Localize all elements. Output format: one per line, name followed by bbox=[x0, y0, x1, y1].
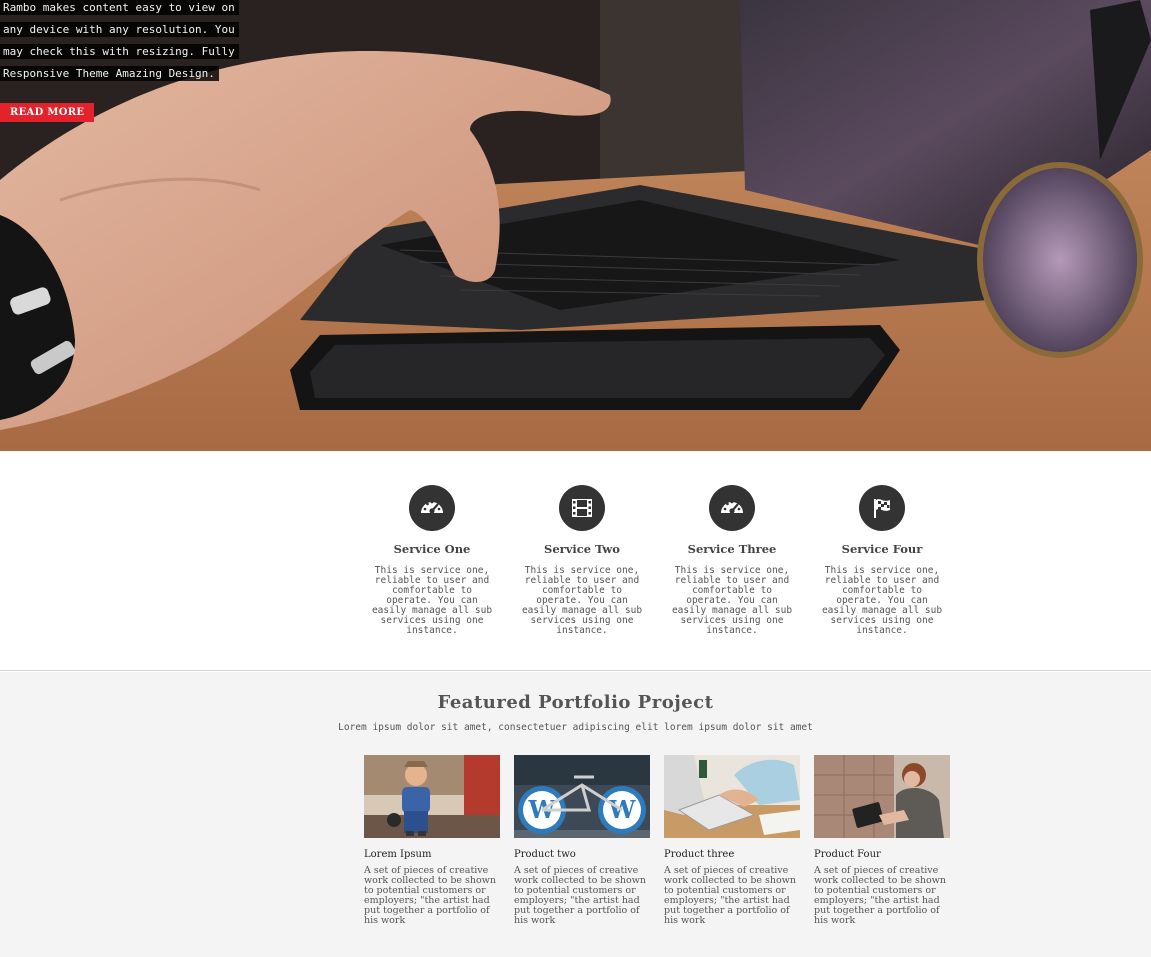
portfolio-thumbnail[interactable]: W W bbox=[514, 755, 650, 838]
hero-caption-line: any device with any resolution. You bbox=[0, 22, 239, 37]
hero-caption: Rambo makes content easy to view on any … bbox=[0, 0, 239, 88]
portfolio-thumbnail[interactable] bbox=[664, 755, 800, 838]
portfolio-thumbnail[interactable] bbox=[364, 755, 500, 838]
portfolio-item-title[interactable]: Product three bbox=[664, 849, 800, 860]
portfolio-thumbnail[interactable] bbox=[814, 755, 950, 838]
service-card: Service Two This is service one, reliabl… bbox=[514, 485, 650, 636]
service-description: This is service one, reliable to user an… bbox=[371, 565, 493, 636]
portfolio-section: Featured Portfolio Project Lorem ipsum d… bbox=[0, 672, 1151, 957]
service-description: This is service one, reliable to user an… bbox=[521, 565, 643, 636]
portfolio-item-title[interactable]: Lorem Ipsum bbox=[364, 849, 500, 860]
portfolio-item-title[interactable]: Product two bbox=[514, 849, 650, 860]
portfolio-card: Product three A set of pieces of creativ… bbox=[664, 755, 800, 926]
dashboard-icon[interactable] bbox=[409, 485, 455, 531]
portfolio-item-description: A set of pieces of creative work collect… bbox=[364, 865, 497, 926]
portfolio-item-description: A set of pieces of creative work collect… bbox=[514, 865, 647, 926]
service-title[interactable]: Service Four bbox=[814, 542, 950, 556]
hero-caption-line: may check this with resizing. Fully bbox=[0, 44, 239, 59]
service-card: Service Three This is service one, relia… bbox=[664, 485, 800, 636]
service-title[interactable]: Service Two bbox=[514, 542, 650, 556]
hero-caption-line: Rambo makes content easy to view on bbox=[0, 0, 239, 15]
service-card: Service Four This is service one, reliab… bbox=[814, 485, 950, 636]
service-title[interactable]: Service Three bbox=[664, 542, 800, 556]
portfolio-card: W W Product two A set of pieces of creat… bbox=[514, 755, 650, 926]
portfolio-item-title[interactable]: Product Four bbox=[814, 849, 950, 860]
service-title[interactable]: Service One bbox=[364, 542, 500, 556]
hero-banner: Rambo makes content easy to view on any … bbox=[0, 0, 1151, 451]
flag-icon[interactable] bbox=[859, 485, 905, 531]
dashboard-icon[interactable] bbox=[709, 485, 755, 531]
portfolio-title: Featured Portfolio Project bbox=[437, 692, 714, 713]
services-section: Service One This is service one, reliabl… bbox=[0, 451, 1151, 671]
service-card: Service One This is service one, reliabl… bbox=[364, 485, 500, 636]
portfolio-subtitle: Lorem ipsum dolor sit amet, consectetuer… bbox=[338, 722, 813, 733]
service-description: This is service one, reliable to user an… bbox=[671, 565, 793, 636]
service-description: This is service one, reliable to user an… bbox=[821, 565, 943, 636]
portfolio-item-description: A set of pieces of creative work collect… bbox=[814, 865, 947, 926]
hero-caption-line: Responsive Theme Amazing Design. bbox=[0, 66, 219, 81]
portfolio-card: Lorem Ipsum A set of pieces of creative … bbox=[364, 755, 500, 926]
portfolio-item-description: A set of pieces of creative work collect… bbox=[664, 865, 797, 926]
portfolio-card: Product Four A set of pieces of creative… bbox=[814, 755, 950, 926]
film-icon[interactable] bbox=[559, 485, 605, 531]
read-more-button[interactable]: READ MORE bbox=[0, 103, 95, 122]
